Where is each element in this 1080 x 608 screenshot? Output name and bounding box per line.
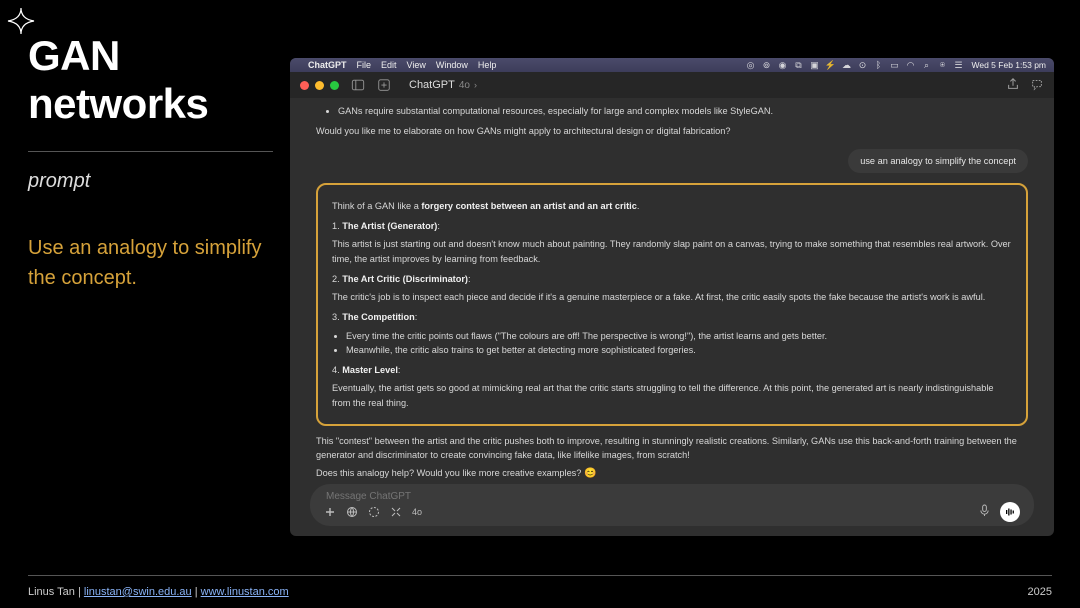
body-2: The critic's job is to inspect each piec… — [332, 290, 1012, 304]
sidebar-toggle-icon[interactable] — [351, 78, 365, 92]
menubar-item-window[interactable]: Window — [436, 60, 468, 70]
analogy-intro-a: Think of a GAN like a — [332, 201, 421, 211]
slide-divider — [28, 151, 273, 152]
menubar-clock[interactable]: Wed 5 Feb 1:53 pm — [972, 60, 1047, 70]
new-chat-icon[interactable] — [377, 78, 391, 92]
footer-author: Linus Tan — [28, 586, 75, 598]
share-icon[interactable] — [1006, 77, 1020, 94]
slide-footer: Linus Tan | linustan@swin.edu.au | www.l… — [28, 586, 1052, 598]
user-message-text: use an analogy to simplify the concept — [848, 149, 1028, 173]
attach-icon[interactable] — [324, 506, 336, 518]
highlighted-response: Think of a GAN like a forgery contest be… — [316, 183, 1028, 426]
menubar-item-help[interactable]: Help — [478, 60, 497, 70]
composer-model-tag[interactable]: 4o — [412, 507, 422, 517]
menubar-item-view[interactable]: View — [407, 60, 426, 70]
menubar-wifi-icon[interactable]: ◠ — [906, 60, 916, 70]
menubar-box-icon[interactable]: ▣ — [810, 60, 820, 70]
footer-site-link[interactable]: www.linustan.com — [201, 586, 289, 598]
chat-content: GANs require substantial computational r… — [290, 98, 1054, 484]
slide-body-text: Use an analogy to simplify the concept. — [28, 233, 268, 293]
head-4: Master Level — [342, 365, 398, 375]
num-3: 3. — [332, 312, 340, 322]
menubar-camera-icon[interactable]: ⧉ — [794, 60, 804, 70]
menubar-battery-icon[interactable]: ▭ — [890, 60, 900, 70]
menubar-bluetooth-icon[interactable]: ᛒ — [874, 60, 884, 70]
body-1: This artist is just starting out and doe… — [332, 237, 1012, 266]
menubar-cloud-icon[interactable]: ☁ — [842, 60, 852, 70]
closing-para-2: Does this analogy help? Would you like m… — [316, 466, 1028, 482]
menubar-status-icon[interactable]: ⊚ — [762, 60, 772, 70]
head-2: The Art Critic (Discriminator) — [342, 274, 468, 284]
reason-icon[interactable] — [368, 506, 380, 518]
window-model-tag: 4o — [459, 80, 470, 91]
message-composer[interactable]: 4o — [310, 484, 1034, 526]
closing-text: Does this analogy help? Would you like m… — [316, 468, 584, 478]
window-title-text: ChatGPT — [409, 79, 455, 91]
menubar-app-name[interactable]: ChatGPT — [308, 60, 347, 70]
menubar-item-edit[interactable]: Edit — [381, 60, 397, 70]
analogy-intro-c: . — [637, 201, 640, 211]
num-4: 4. — [332, 365, 340, 375]
canvas-icon[interactable] — [390, 506, 402, 518]
menubar-bolt-icon[interactable]: ⚡ — [826, 60, 836, 70]
chevron-right-icon: › — [474, 80, 477, 90]
footer-divider — [28, 575, 1052, 576]
menubar-status-icon[interactable]: ◎ — [746, 60, 756, 70]
slide-title-line2: networks — [28, 80, 208, 127]
footer-year: 2025 — [1028, 586, 1052, 598]
globe-icon[interactable] — [346, 506, 358, 518]
assistant-followup: Would you like me to elaborate on how GA… — [316, 124, 1028, 138]
analogy-intro: Think of a GAN like a forgery contest be… — [332, 199, 1012, 213]
window-title[interactable]: ChatGPT 4o › — [409, 79, 477, 91]
user-message: use an analogy to simplify the concept — [316, 149, 1028, 173]
zoom-button[interactable] — [330, 81, 339, 90]
analogy-intro-bold: forgery contest between an artist and an… — [421, 201, 636, 211]
window-titlebar: ChatGPT 4o › — [290, 72, 1054, 98]
menubar-status-icon[interactable]: ◉ — [778, 60, 788, 70]
macos-menubar: ChatGPT File Edit View Window Help ◎ ⊚ ◉… — [290, 58, 1054, 72]
sub-bullet-3b: Meanwhile, the critic also trains to get… — [346, 343, 1012, 357]
num-1: 1. — [332, 221, 340, 231]
slide-title-line1: GAN — [28, 32, 120, 79]
minimize-button[interactable] — [315, 81, 324, 90]
body-4: Eventually, the artist gets so good at m… — [332, 381, 1012, 410]
menubar-control-icon[interactable]: ☰ — [954, 60, 964, 70]
traffic-lights[interactable] — [300, 81, 339, 90]
sub-bullet-3a: Every time the critic points out flaws (… — [346, 329, 1012, 343]
menubar-item-file[interactable]: File — [357, 60, 372, 70]
slide-prompt-label: prompt — [28, 170, 268, 193]
assistant-bullet: GANs require substantial computational r… — [338, 104, 1028, 118]
mic-icon[interactable] — [979, 504, 990, 520]
menubar-user-icon[interactable]: ⍟ — [938, 60, 948, 70]
num-2: 2. — [332, 274, 340, 284]
footer-email-link[interactable]: linustan@swin.edu.au — [84, 586, 192, 598]
chatgpt-window: ChatGPT File Edit View Window Help ◎ ⊚ ◉… — [290, 58, 1054, 536]
head-1: The Artist (Generator) — [342, 221, 437, 231]
list-item-1: 1. The Artist (Generator): This artist i… — [332, 219, 1012, 266]
close-button[interactable] — [300, 81, 309, 90]
assistant-bullet-list: GANs require substantial computational r… — [324, 104, 1028, 118]
head-3: The Competition — [342, 312, 414, 322]
menubar-search-icon[interactable]: ⌕ — [922, 60, 932, 70]
slide-title: GAN networks — [28, 32, 268, 129]
temp-chat-icon[interactable] — [1030, 77, 1044, 94]
slide-left-panel: GAN networks prompt Use an analogy to si… — [28, 32, 268, 293]
list-item-4: 4. Master Level: Eventually, the artist … — [332, 363, 1012, 410]
list-item-2: 2. The Art Critic (Discriminator): The c… — [332, 272, 1012, 305]
voice-button[interactable] — [1000, 502, 1020, 522]
closing-para-1: This "contest" between the artist and th… — [316, 434, 1028, 463]
list-item-3: 3. The Competition: Every time the criti… — [332, 310, 1012, 357]
smile-emoji: 😊 — [584, 468, 596, 479]
message-input[interactable] — [320, 489, 1024, 502]
footer-left: Linus Tan | linustan@swin.edu.au | www.l… — [28, 586, 289, 598]
menubar-play-icon[interactable]: ⊙ — [858, 60, 868, 70]
